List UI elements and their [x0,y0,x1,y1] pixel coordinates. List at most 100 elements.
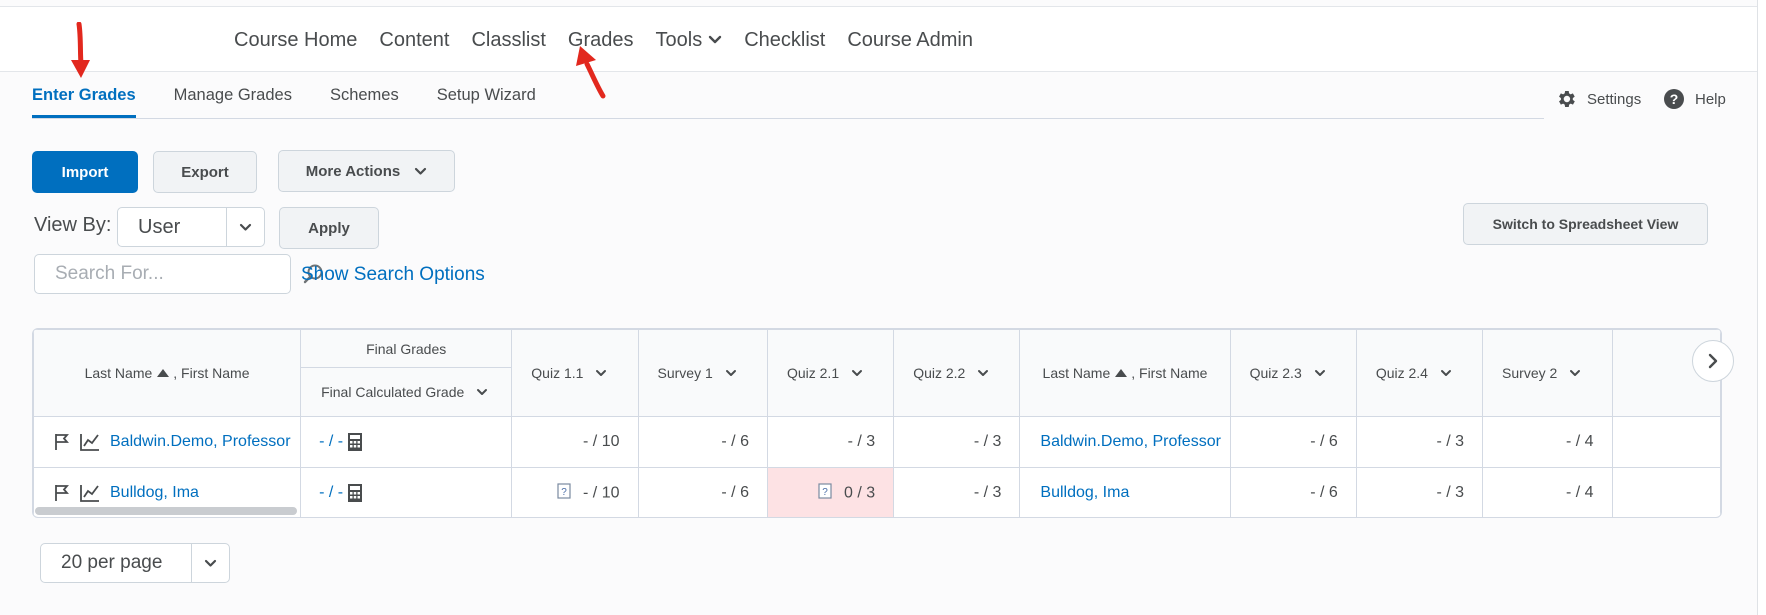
sort-first-name-link[interactable]: , First Name [173,365,249,381]
tab-schemes[interactable]: Schemes [330,86,399,118]
grades-subtabs: Enter Grades Manage Grades Schemes Setup… [32,86,574,118]
grade-value: - / 10 [583,484,620,502]
chevron-down-icon [852,370,863,376]
gear-icon [1559,91,1575,107]
nav-course-admin[interactable]: Course Admin [847,29,973,52]
user-progress-icon[interactable] [80,484,100,502]
import-button[interactable]: Import [32,151,138,193]
chevron-down-icon [239,223,252,231]
col-header-survey-2[interactable]: Survey 2 [1482,329,1613,417]
tab-manage-grades[interactable]: Manage Grades [174,86,292,118]
help-link[interactable]: ? Help [1663,88,1726,110]
quiz-attempt-icon[interactable]: ? [818,482,832,504]
grade-cell-quiz-2-4[interactable]: - / 3 [1355,467,1484,517]
course-navbar: Course Home Content Classlist Grades Too… [0,6,1757,72]
help-icon: ? [1664,89,1684,109]
settings-label: Settings [1587,90,1642,108]
flag-icon[interactable] [54,433,70,451]
col-header-survey-1[interactable]: Survey 1 [637,329,768,417]
final-grade-link[interactable]: - / - [319,433,343,451]
sort-ascending-icon [1115,369,1128,377]
settings-link[interactable]: Settings [1555,88,1641,110]
grade-cell-survey-1[interactable]: - / 6 [637,416,768,468]
svg-text:?: ? [561,487,567,498]
col-label: Quiz 2.1 [786,365,840,381]
col-label: Survey 2 [1502,365,1558,381]
grade-cell-survey-1[interactable]: - / 6 [637,467,768,517]
grade-cell-quiz-2-1[interactable]: ? 0 / 3 [766,467,895,517]
grade-cell-survey-2[interactable]: - / 4 [1482,416,1613,468]
col-label: Final Calculated Grade [321,384,465,400]
user-name-link[interactable]: Baldwin.Demo, Professor [1040,433,1221,450]
final-grade-link[interactable]: - / - [319,484,343,502]
scroll-right-button[interactable] [1692,340,1734,382]
per-page-dropdown-toggle [191,544,229,582]
col-header-quiz-2-3[interactable]: Quiz 2.3 [1229,329,1357,417]
sort-first-name-link[interactable]: , First Name [1131,365,1207,381]
sort-last-name-link[interactable]: Last Name [1043,365,1111,381]
more-actions-button[interactable]: More Actions [278,150,455,192]
user-progress-icon[interactable] [80,433,100,451]
export-button[interactable]: Export [153,151,257,193]
chevron-down-icon [709,35,722,44]
view-by-label: View By: [34,214,112,236]
grade-cell-quiz-2-1[interactable]: - / 3 [766,416,895,468]
svg-text:?: ? [822,487,828,498]
grade-cell-quiz-2-3[interactable]: - / 6 [1229,467,1357,517]
tab-setup-wizard[interactable]: Setup Wizard [437,86,536,118]
col-header-final-calculated-grade[interactable]: Final Calculated Grade [300,367,513,417]
view-by-dropdown-toggle [226,208,264,246]
tab-enter-grades[interactable]: Enter Grades [32,86,136,118]
grade-cell-quiz-1-1[interactable]: ? - / 10 [511,467,639,517]
nav-course-home[interactable]: Course Home [234,29,357,52]
grade-cell-quiz-2-2[interactable]: - / 3 [893,467,1021,517]
user-cell: Baldwin.Demo, Professor [33,416,302,468]
grade-cell-quiz-2-4[interactable]: - / 3 [1355,416,1484,468]
col-group-final-grades: Final Grades [300,329,513,368]
flag-icon[interactable] [54,484,70,502]
chevron-down-icon [1440,370,1451,376]
horizontal-scrollbar[interactable] [35,507,297,515]
calculator-icon[interactable] [347,432,363,452]
sort-last-name-link[interactable]: Last Name [85,365,153,381]
nav-classlist[interactable]: Classlist [471,29,545,52]
user-name-cell-repeat: Baldwin.Demo, Professor [1019,416,1231,468]
grade-cell-quiz-1-1[interactable]: - / 10 [511,416,639,468]
switch-spreadsheet-view-button[interactable]: Switch to Spreadsheet View [1463,203,1708,245]
user-name-link[interactable]: Bulldog, Ima [110,484,199,502]
grade-cell-survey-2[interactable]: - / 4 [1482,467,1613,517]
col-label: Quiz 2.4 [1375,365,1428,381]
user-name-link[interactable]: Bulldog, Ima [1040,484,1129,501]
final-grade-cell: - / - [300,467,513,517]
col-header-quiz-2-4[interactable]: Quiz 2.4 [1355,329,1484,417]
search-input[interactable] [53,262,302,286]
per-page-select[interactable]: 20 per page [40,543,230,583]
nav-tools[interactable]: Tools [656,29,723,52]
show-search-options-link[interactable]: Show Search Options [301,264,485,286]
grade-cell-quiz-2-2[interactable]: - / 3 [893,416,1021,468]
chevron-down-icon [204,559,217,567]
quiz-attempt-icon[interactable]: ? [557,482,571,504]
apply-button[interactable]: Apply [279,207,379,249]
nav-content[interactable]: Content [379,29,449,52]
col-header-name-repeat[interactable]: Last Name , First Name [1019,329,1231,417]
table-row: Baldwin.Demo, Professor - / - - / 10 - /… [33,416,1721,468]
grades-grid: Last Name , First Name Final Grades Quiz… [32,328,1722,518]
annotation-arrow-down-icon [71,22,90,78]
chevron-down-icon [978,370,989,376]
grade-cell-quiz-2-3[interactable]: - / 6 [1229,416,1357,468]
col-header-quiz-2-1[interactable]: Quiz 2.1 [766,329,895,417]
chevron-down-icon [1570,370,1581,376]
col-label: Survey 1 [657,365,713,381]
col-header-name[interactable]: Last Name , First Name [33,329,302,417]
col-header-quiz-1-1[interactable]: Quiz 1.1 [511,329,639,417]
user-name-link[interactable]: Baldwin.Demo, Professor [110,433,291,451]
view-by-select[interactable]: User [117,207,265,247]
nav-checklist[interactable]: Checklist [744,29,825,52]
chevron-down-icon [725,370,736,376]
view-by-value: User [138,215,181,238]
calculator-icon[interactable] [347,483,363,503]
per-page-value: 20 per page [61,552,163,573]
svg-text:?: ? [1670,91,1679,107]
col-header-quiz-2-2[interactable]: Quiz 2.2 [893,329,1021,417]
